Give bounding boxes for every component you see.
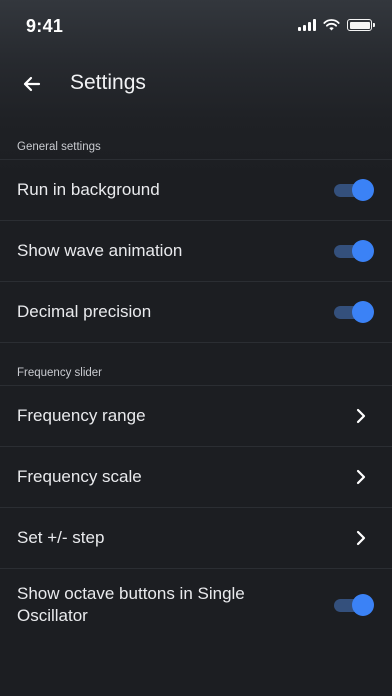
setting-label: Frequency scale bbox=[17, 467, 142, 486]
setting-set-step[interactable]: Set +/- step bbox=[0, 507, 392, 568]
setting-label: Run in background bbox=[17, 180, 160, 199]
header: Settings bbox=[0, 58, 392, 108]
arrow-left-icon[interactable] bbox=[18, 70, 46, 98]
status-time: 9:41 bbox=[26, 16, 64, 36]
setting-show-wave-animation[interactable]: Show wave animation bbox=[0, 220, 392, 281]
run-in-background-toggle[interactable] bbox=[334, 179, 374, 201]
setting-frequency-scale[interactable]: Frequency scale bbox=[0, 446, 392, 507]
settings-screen: 9:41 Settings General settings Run in ba… bbox=[0, 0, 392, 696]
section-header-frequency: Frequency slider bbox=[17, 367, 103, 379]
toggle-knob bbox=[352, 301, 374, 323]
setting-label: Decimal precision bbox=[17, 302, 152, 321]
show-octave-buttons-toggle[interactable] bbox=[334, 593, 374, 616]
show-wave-animation-toggle[interactable] bbox=[334, 240, 374, 262]
wifi-icon bbox=[323, 19, 340, 31]
setting-run-in-background[interactable]: Run in background bbox=[0, 159, 392, 220]
setting-label: Set +/- step bbox=[17, 528, 105, 547]
page-title: Settings bbox=[70, 71, 146, 94]
setting-label: Show octave buttons in Single Oscillator bbox=[17, 583, 245, 625]
section-divider: Frequency slider bbox=[0, 342, 392, 386]
toggle-knob bbox=[352, 179, 374, 201]
signal-icon bbox=[298, 19, 316, 31]
setting-decimal-precision[interactable]: Decimal precision bbox=[0, 281, 392, 342]
setting-frequency-range[interactable]: Frequency range bbox=[0, 385, 392, 446]
setting-label: Show wave animation bbox=[17, 241, 183, 260]
toggle-knob bbox=[352, 240, 374, 262]
setting-show-octave-buttons[interactable]: Show octave buttons in Single Oscillator bbox=[0, 568, 392, 640]
chevron-right-icon bbox=[356, 530, 366, 546]
setting-label: Frequency range bbox=[17, 406, 146, 425]
status-icons bbox=[298, 19, 375, 31]
toggle-knob bbox=[352, 593, 374, 616]
decimal-precision-toggle[interactable] bbox=[334, 301, 374, 323]
battery-icon bbox=[347, 19, 375, 31]
section-header-general: General settings bbox=[17, 141, 101, 153]
status-bar: 9:41 bbox=[0, 0, 392, 54]
chevron-right-icon bbox=[356, 469, 366, 485]
chevron-right-icon bbox=[356, 408, 366, 424]
